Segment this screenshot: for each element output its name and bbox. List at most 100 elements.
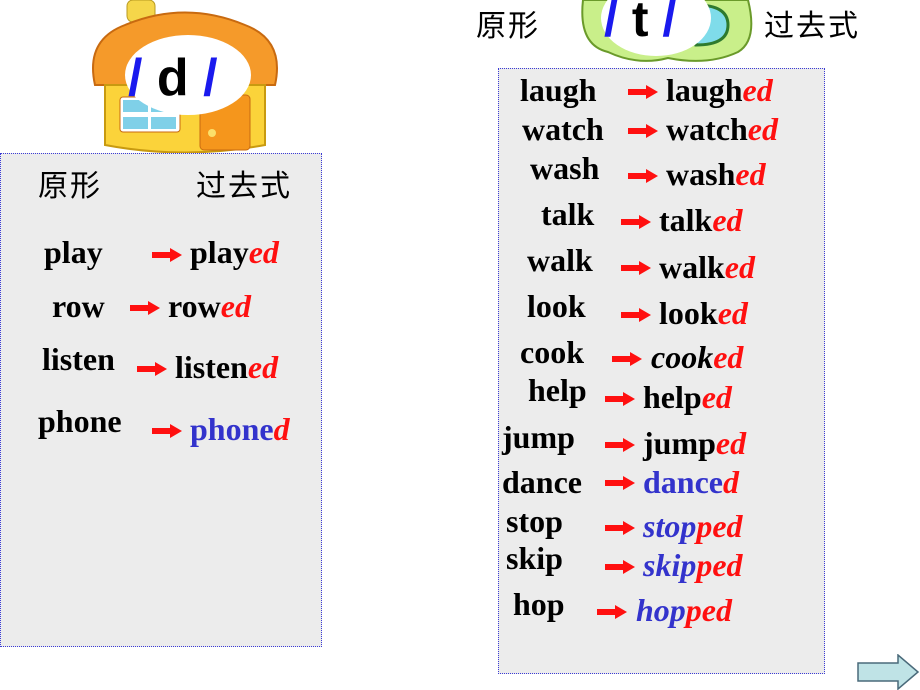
- past-suffix: ed: [713, 339, 744, 375]
- right-arrow-icon: [857, 654, 920, 690]
- base-form-word: help: [528, 372, 587, 408]
- right-arrow-icon: [605, 476, 635, 490]
- past-form-word: walked: [659, 251, 755, 283]
- word-stem: wash: [666, 156, 736, 192]
- base-form-word: watch: [522, 111, 604, 147]
- right-arrow-icon: [152, 424, 182, 438]
- past-form-word: stopped: [643, 510, 743, 542]
- base-form-word: phone: [38, 403, 122, 439]
- past-suffix: d: [723, 464, 739, 500]
- base-form-word: look: [527, 288, 586, 324]
- word-stem: hop: [636, 592, 686, 628]
- next-arrow-button[interactable]: [856, 654, 920, 690]
- base-form-word: laugh: [520, 72, 597, 108]
- word-stem: talk: [659, 202, 713, 238]
- base-form-word: dance: [502, 464, 582, 500]
- past-form-word: cooked: [651, 341, 743, 373]
- base-form-word: jump: [502, 419, 575, 455]
- slash-close: /: [203, 49, 218, 107]
- base-form-word: stop: [506, 503, 563, 539]
- past-form-word: listened: [175, 351, 278, 383]
- past-suffix: ed: [248, 234, 279, 270]
- right-arrow-icon: [130, 301, 160, 315]
- right-arrow-icon: [621, 215, 651, 229]
- base-form-word: skip: [506, 540, 563, 576]
- past-form-header: 过去式: [764, 9, 860, 44]
- past-form-word: played: [190, 236, 279, 268]
- word-stem: phone: [190, 411, 274, 447]
- past-form-word: talked: [659, 204, 743, 236]
- past-form-word: helped: [643, 381, 732, 413]
- base-form-word: row: [52, 288, 105, 324]
- right-arrow-icon: [605, 521, 635, 535]
- past-suffix: ed: [742, 72, 773, 108]
- right-arrow-icon: [597, 605, 627, 619]
- base-form-word: hop: [513, 586, 565, 622]
- past-form-word: jumped: [643, 427, 746, 459]
- right-arrow-icon: [605, 560, 635, 574]
- right-arrow-icon: [628, 85, 658, 99]
- right-arrow-icon: [621, 261, 651, 275]
- right-arrow-icon: [628, 124, 658, 138]
- past-form-word: looked: [659, 297, 748, 329]
- base-form-header: 原形: [38, 169, 102, 204]
- past-suffix: ed: [717, 295, 748, 331]
- past-suffix: ped: [696, 547, 743, 583]
- word-stem: look: [659, 295, 718, 331]
- right-arrow-icon: [628, 169, 658, 183]
- sound-letter: t: [631, 0, 649, 47]
- word-stem: play: [190, 234, 249, 270]
- slash-open: /: [604, 0, 618, 47]
- past-suffix: ed: [724, 249, 755, 285]
- past-suffix: ed: [247, 349, 279, 385]
- base-form-word: listen: [42, 341, 115, 377]
- past-suffix: ed: [715, 425, 747, 461]
- past-form-word: rowed: [168, 290, 251, 322]
- right-arrow-icon: [612, 352, 642, 366]
- sound-label-d: / d /: [128, 52, 218, 104]
- word-stem: dance: [643, 464, 723, 500]
- d-sound-panel: [0, 153, 322, 647]
- word-stem: help: [643, 379, 702, 415]
- past-form-word: watched: [666, 113, 778, 145]
- past-suffix: ed: [735, 156, 766, 192]
- word-stem: laugh: [666, 72, 743, 108]
- base-form-word: wash: [530, 150, 600, 186]
- word-stem: jump: [643, 425, 716, 461]
- base-form-word: play: [44, 234, 103, 270]
- sound-letter: d: [156, 49, 189, 107]
- base-form-word: talk: [541, 196, 595, 232]
- word-stem: skip: [643, 547, 697, 583]
- past-suffix: ed: [701, 379, 732, 415]
- right-arrow-icon: [605, 438, 635, 452]
- past-suffix: ped: [685, 592, 732, 628]
- past-suffix: d: [273, 411, 290, 447]
- past-suffix: ped: [696, 508, 743, 544]
- base-form-header: 原形: [476, 9, 540, 44]
- word-stem: cook: [651, 339, 714, 375]
- past-form-word: washed: [666, 158, 766, 190]
- past-form-word: danced: [643, 466, 739, 498]
- past-suffix: ed: [712, 202, 743, 238]
- past-form-word: hopped: [636, 594, 732, 626]
- past-suffix: ed: [747, 111, 778, 147]
- word-stem: row: [168, 288, 221, 324]
- word-stem: watch: [666, 111, 748, 147]
- past-suffix: ed: [220, 288, 251, 324]
- base-form-word: walk: [527, 242, 593, 278]
- past-form-word: skipped: [643, 549, 743, 581]
- word-stem: stop: [643, 508, 697, 544]
- past-form-word: phoned: [190, 413, 290, 445]
- word-stem: walk: [659, 249, 725, 285]
- base-form-word: cook: [520, 334, 584, 370]
- word-stem: listen: [175, 349, 248, 385]
- right-arrow-icon: [152, 248, 182, 262]
- past-form-header: 过去式: [196, 169, 292, 204]
- past-form-word: laughed: [666, 74, 773, 106]
- slash-open: /: [128, 49, 143, 107]
- sound-label-t: / t /: [604, 0, 676, 44]
- slash-close: /: [662, 0, 677, 47]
- right-arrow-icon: [137, 362, 167, 376]
- right-arrow-icon: [605, 392, 635, 406]
- right-arrow-icon: [621, 308, 651, 322]
